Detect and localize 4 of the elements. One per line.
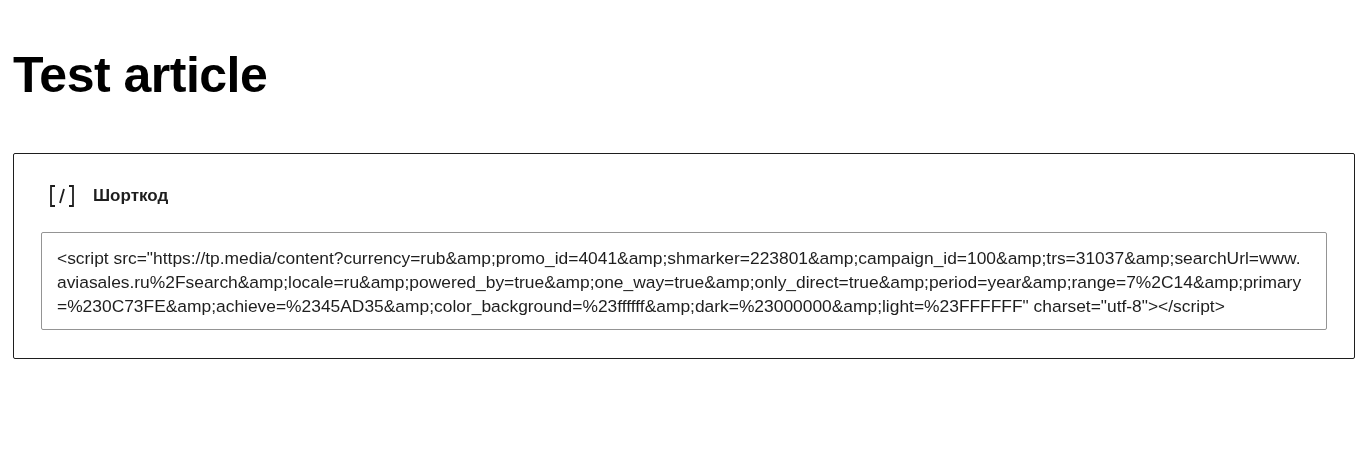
article-title: Test article [13, 46, 269, 105]
code-field[interactable]: <script src="https://tp.media/content?currency=rub&amp;promo_id=4041&amp;shmarker=223801&amp;campaign_id=100&amp;trs=31037&amp;searchUrl=www.aviasales.ru%2Fsearch&amp;locale=ru&amp;powered_by=true&amp;one_way=true&amp;only_direct=true&amp;period=year&amp;range=7%2C14&amp;primary=%230C73FE&amp;achieve=%2345AD35&amp;color_background=%23ffffff&amp;dark=%23000000&amp;light=%23FFFFFF" charset="utf-8"></script> [41, 231, 1327, 330]
shortcode-icon [47, 183, 77, 208]
block-label: Шорткод [93, 185, 169, 206]
